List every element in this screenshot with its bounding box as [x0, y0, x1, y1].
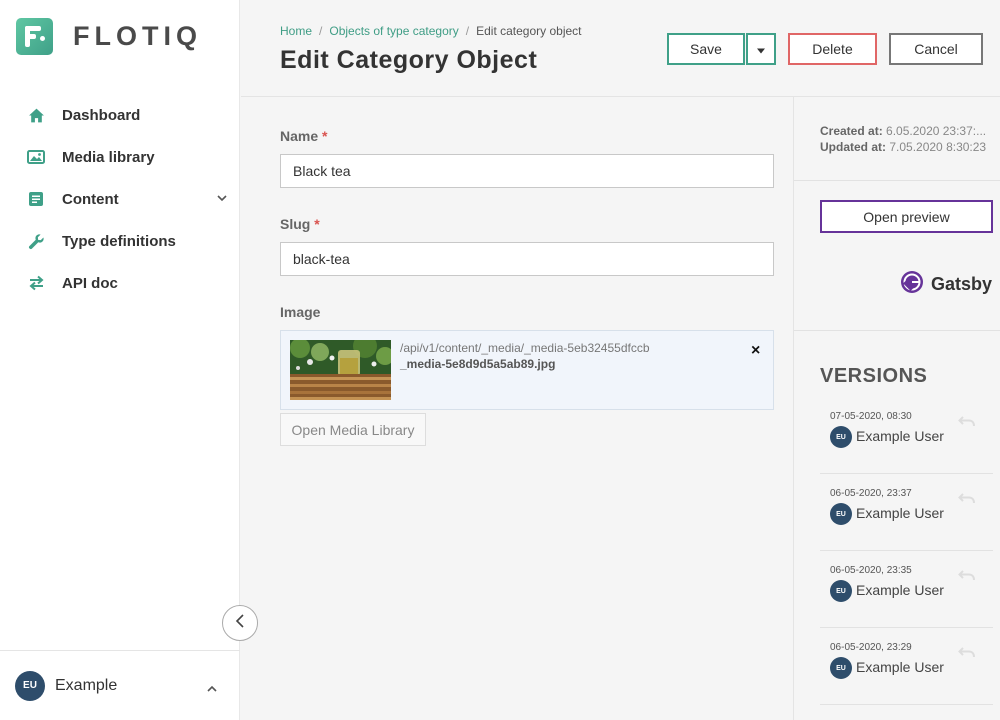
- version-item[interactable]: 06-05-2020, 23:37 EU Example User: [820, 474, 993, 551]
- version-item[interactable]: 06-05-2020, 23:35 EU Example User: [820, 551, 993, 628]
- cancel-button[interactable]: Cancel: [889, 33, 983, 65]
- delete-button[interactable]: Delete: [788, 33, 877, 65]
- breadcrumb-objects[interactable]: Objects of type category: [329, 24, 458, 38]
- version-date: 07-05-2020, 08:30: [830, 411, 912, 422]
- home-icon: [27, 106, 45, 124]
- sidebar-item-dashboard[interactable]: Dashboard: [0, 94, 240, 136]
- user-name: Example: [55, 676, 118, 694]
- version-user: Example User: [856, 428, 944, 444]
- sidebar-nav: Dashboard Media library Content Type def…: [0, 94, 240, 304]
- name-label: Name *: [280, 128, 327, 144]
- undo-icon[interactable]: [958, 568, 976, 586]
- caret-down-icon: [756, 41, 766, 57]
- name-label-text: Name: [280, 128, 319, 144]
- breadcrumb-separator: /: [319, 24, 323, 38]
- sidebar-item-api-doc[interactable]: API doc: [0, 262, 240, 304]
- slug-field[interactable]: black-tea: [280, 242, 774, 276]
- save-button[interactable]: Save: [667, 33, 745, 65]
- chevron-down-icon[interactable]: [216, 191, 228, 209]
- sidebar-item-label: Content: [62, 190, 119, 208]
- image-path: /api/v1/content/_media/_media-5eb32455df…: [400, 341, 650, 355]
- image-label: Image: [280, 304, 321, 320]
- save-options-button[interactable]: [746, 33, 776, 65]
- version-user: Example User: [856, 505, 944, 521]
- undo-icon[interactable]: [958, 645, 976, 663]
- sidebar-item-label: API doc: [62, 274, 118, 292]
- name-field[interactable]: Black tea: [280, 154, 774, 188]
- sidebar-item-content[interactable]: Content: [0, 178, 240, 220]
- version-user: Example User: [856, 582, 944, 598]
- versions-title: VERSIONS: [820, 365, 928, 387]
- content-icon: [27, 190, 45, 208]
- gatsby-icon: [900, 270, 924, 299]
- collapse-sidebar-button[interactable]: [222, 605, 258, 641]
- undo-icon[interactable]: [958, 491, 976, 509]
- edit-form: Name * Black tea Slug * black-tea Image …: [241, 97, 793, 720]
- breadcrumb-current: Edit category object: [476, 24, 582, 38]
- avatar: EU: [830, 503, 852, 525]
- created-at: Created at: 6.05.2020 23:37:...: [820, 123, 986, 139]
- side-panel: Created at: 6.05.2020 23:37:... Updated …: [793, 97, 1000, 720]
- divider: [794, 330, 1000, 331]
- updated-at-value: 7.05.2020 8:30:23: [889, 140, 987, 154]
- breadcrumb-home[interactable]: Home: [280, 24, 312, 38]
- divider: [794, 180, 1000, 181]
- open-media-library-button[interactable]: Open Media Library: [280, 413, 426, 446]
- open-preview-button[interactable]: Open preview: [820, 200, 993, 233]
- required-mark: *: [322, 128, 328, 144]
- version-item[interactable]: 06-05-2020, 23:29 EU Example User: [820, 628, 993, 705]
- version-date: 06-05-2020, 23:35: [830, 565, 912, 576]
- chevron-left-icon: [234, 613, 246, 634]
- image-attachment: /api/v1/content/_media/_media-5eb32455df…: [280, 330, 774, 410]
- brand-name: FLOTIQ: [73, 21, 202, 51]
- undo-icon[interactable]: [958, 414, 976, 432]
- required-mark: *: [314, 216, 320, 232]
- version-item[interactable]: 07-05-2020, 08:30 EU Example User: [820, 397, 993, 474]
- avatar: EU: [15, 670, 45, 701]
- created-at-label: Created at:: [820, 124, 883, 138]
- sidebar-item-label: Dashboard: [62, 106, 141, 124]
- swap-arrows-icon: [27, 274, 45, 292]
- wrench-icon: [27, 232, 45, 250]
- sidebar-item-label: Media library: [62, 148, 155, 166]
- version-date: 06-05-2020, 23:37: [830, 488, 912, 499]
- breadcrumb-separator: /: [465, 24, 470, 38]
- updated-at: Updated at: 7.05.2020 8:30:23: [820, 139, 986, 155]
- object-metadata: Created at: 6.05.2020 23:37:... Updated …: [820, 123, 986, 155]
- avatar: EU: [830, 657, 852, 679]
- close-icon[interactable]: ×: [751, 342, 760, 360]
- slug-label-text: Slug: [280, 216, 311, 232]
- created-at-value: 6.05.2020 23:37:...: [886, 124, 987, 138]
- flotiq-logo-icon: [16, 18, 53, 55]
- version-user: Example User: [856, 659, 944, 675]
- page-header: Home / Objects of type category / Edit c…: [241, 0, 1000, 97]
- gatsby-logo: Gatsby: [900, 270, 992, 299]
- slug-label: Slug *: [280, 216, 320, 232]
- sidebar-item-type-definitions[interactable]: Type definitions: [0, 220, 240, 262]
- page-title: Edit Category Object: [280, 46, 538, 74]
- sidebar: FLOTIQ Dashboard Media library Content T…: [0, 0, 240, 720]
- version-date: 06-05-2020, 23:29: [830, 642, 912, 653]
- image-filename: _media-5e8d9d5a5ab89.jpg: [400, 357, 556, 371]
- avatar: EU: [830, 426, 852, 448]
- sidebar-item-media-library[interactable]: Media library: [0, 136, 240, 178]
- image-thumbnail[interactable]: [290, 340, 391, 400]
- sidebar-item-label: Type definitions: [62, 232, 176, 250]
- chevron-up-icon[interactable]: [206, 681, 218, 699]
- user-menu[interactable]: EU Example: [0, 650, 240, 720]
- breadcrumb: Home / Objects of type category / Edit c…: [280, 24, 582, 38]
- gatsby-label: Gatsby: [931, 274, 993, 294]
- image-icon: [27, 148, 45, 166]
- updated-at-label: Updated at:: [820, 140, 886, 154]
- flotiq-logo[interactable]: FLOTIQ: [16, 18, 202, 55]
- avatar: EU: [830, 580, 852, 602]
